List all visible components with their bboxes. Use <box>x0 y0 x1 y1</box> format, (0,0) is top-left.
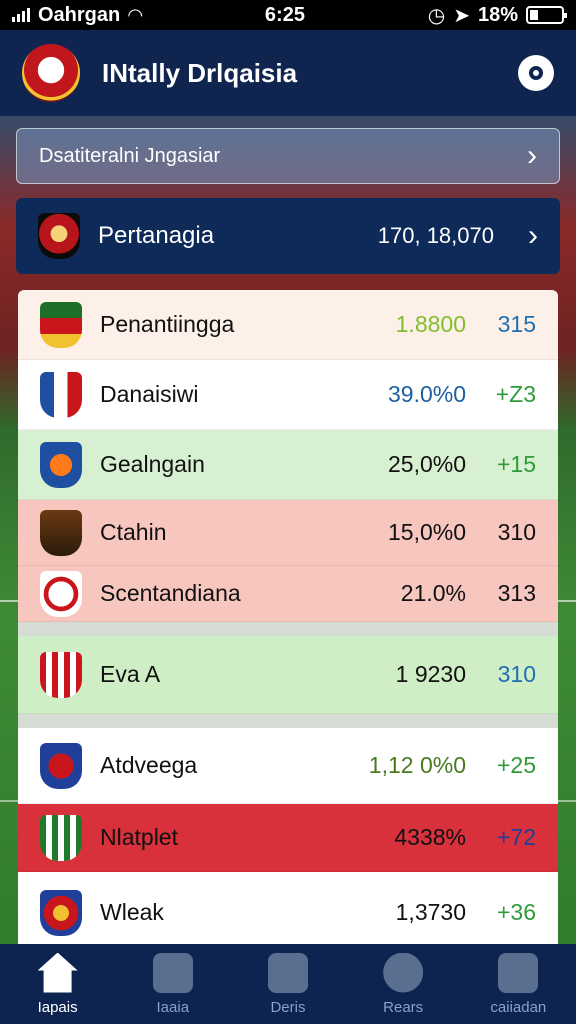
team-points: +15 <box>496 451 536 477</box>
team-crest-icon <box>40 651 82 698</box>
featured-row[interactable]: Pertanagia 170, 18,070 › <box>16 198 560 274</box>
team-crest-icon <box>40 814 82 861</box>
standings-row[interactable]: Scentandiana 21.0% 313 <box>18 566 558 622</box>
alarm-icon: ◷ <box>427 4 446 27</box>
team-value: 21.0% <box>400 580 466 606</box>
signal-icon <box>12 8 30 22</box>
standings-row[interactable]: Atdveega 1,12 0%0 +25 <box>18 728 558 804</box>
carrier-name: Oahrgan <box>38 3 121 26</box>
team-crest-icon <box>40 371 82 418</box>
team-points: 310 <box>497 661 536 687</box>
team-value: 25,0%0 <box>387 451 466 477</box>
team-name: Eva A <box>100 661 161 687</box>
team-name: Ctahin <box>100 519 167 545</box>
team-name: Penantiingga <box>100 311 235 337</box>
team-name: Danaisiwi <box>100 381 199 407</box>
team-value: 15,0%0 <box>387 519 466 545</box>
team-points: +25 <box>496 752 536 778</box>
team-value: 1 9230 <box>395 661 466 687</box>
tab-3[interactable]: Deris <box>238 952 338 1016</box>
team-value: 39.0%0 <box>387 381 466 407</box>
tab-4[interactable]: Rears <box>353 952 453 1016</box>
tab-bar: Iapais Iaaia Deris Rears caiiadan <box>0 944 576 1024</box>
standings-row[interactable]: Gealngain 25,0%0 +15 <box>18 430 558 500</box>
team-crest-icon <box>40 509 82 556</box>
team-points: +72 <box>496 824 536 850</box>
team-value: 4338% <box>394 824 466 850</box>
team-name: Atdveega <box>100 752 198 778</box>
team-name: Gealngain <box>100 451 205 477</box>
chevron-right-icon: › <box>528 219 538 252</box>
team-name: Nlatplet <box>100 824 178 850</box>
team-crest-icon <box>38 213 80 259</box>
profile-button[interactable] <box>518 55 554 91</box>
tab-label: Iapais <box>37 998 78 1016</box>
team-points: +36 <box>496 899 536 925</box>
team-name: Wleak <box>100 899 164 925</box>
tab-label: Iaaia <box>156 998 190 1016</box>
team-crest-icon <box>40 441 82 488</box>
battery-percent: 18% <box>477 3 518 26</box>
featured-value: 170, 18,070 <box>377 223 494 248</box>
chevron-right-icon: › <box>527 139 537 172</box>
team-value: 1.8800 <box>395 311 466 337</box>
home-icon <box>37 952 78 993</box>
club-logo <box>22 44 80 102</box>
tab-2[interactable]: Iaaia <box>123 952 223 1016</box>
profile-icon <box>498 952 539 993</box>
tab-label: Rears <box>383 998 424 1016</box>
standings-row[interactable]: Nlatplet 4338% +72 <box>18 804 558 872</box>
standings-list: Penantiingga 1.8800 315 Danaisiwi 39.0%0 +Z3 G… <box>18 290 558 954</box>
team-crest-icon <box>40 742 82 789</box>
standings-row[interactable]: Ctahin 15,0%0 310 <box>18 500 558 566</box>
clock: 6:25 <box>264 3 305 26</box>
team-value: 1,12 0%0 <box>368 752 466 778</box>
refresh-icon <box>383 952 424 993</box>
location-icon: ➤ <box>453 4 470 27</box>
page-title: INtally Drlqaisia <box>102 57 298 88</box>
standings-row[interactable]: Danaisiwi 39.0%0 +Z3 <box>18 360 558 430</box>
standings-row[interactable]: Penantiingga 1.8800 315 <box>18 290 558 360</box>
team-name: Scentandiana <box>100 580 241 606</box>
team-points: 313 <box>497 580 536 606</box>
standings-row[interactable]: Wleak 1,3730 +36 <box>18 872 558 954</box>
team-points: 315 <box>497 311 536 337</box>
tools-icon <box>152 952 193 993</box>
tab-label: caiiadan <box>490 998 547 1016</box>
tab-5[interactable]: caiiadan <box>468 952 568 1016</box>
filter-label: Dsatiteralni Jngasiar <box>39 144 221 167</box>
status-bar: Oahrgan ◠ 6:25 ◷ ➤ 18% <box>0 0 576 30</box>
profile-icon <box>529 66 543 80</box>
team-value: 1,3730 <box>395 899 466 925</box>
team-crest-icon <box>40 570 82 617</box>
battery-icon <box>526 6 567 24</box>
featured-name: Pertanagia <box>98 222 215 249</box>
team-points: +Z3 <box>495 381 536 407</box>
team-points: 310 <box>497 519 536 545</box>
tab-label: Deris <box>270 998 306 1016</box>
app-header: INtally Drlqaisia <box>0 30 576 116</box>
teams-icon <box>267 952 308 993</box>
tab-1[interactable]: Iapais <box>8 952 108 1016</box>
wifi-icon: ◠ <box>128 4 143 25</box>
team-crest-icon <box>40 889 82 936</box>
team-crest-icon <box>40 301 82 348</box>
standings-row[interactable]: Eva A 1 9230 310 <box>18 636 558 714</box>
filter-bar[interactable]: Dsatiteralni Jngasiar › <box>16 128 560 184</box>
